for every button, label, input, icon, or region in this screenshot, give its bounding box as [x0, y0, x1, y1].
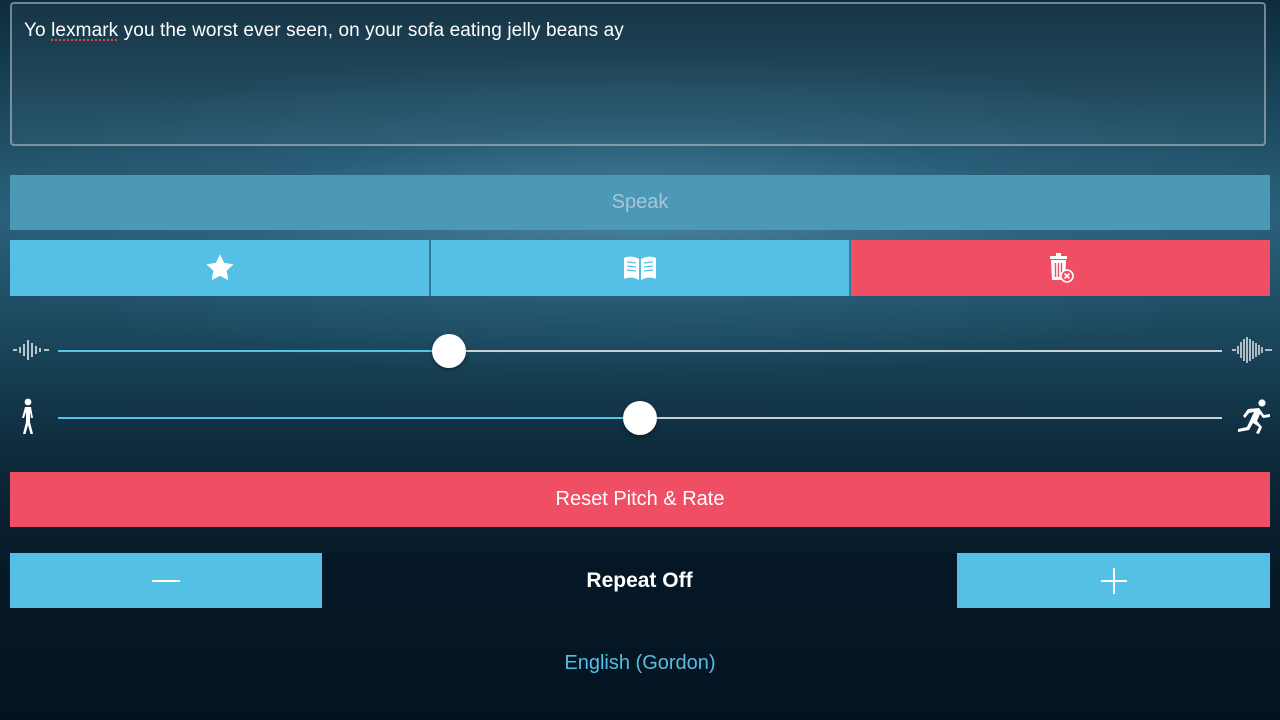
misspelled-word: lexmark	[51, 20, 119, 41]
minus-icon	[152, 579, 180, 582]
walking-person-icon	[22, 398, 33, 434]
rate-slider[interactable]	[58, 401, 1222, 435]
repeat-increment-button[interactable]	[957, 553, 1270, 608]
reset-pitch-rate-button[interactable]: Reset Pitch & Rate	[10, 472, 1270, 527]
high-pitch-waveform-icon	[1232, 337, 1272, 363]
low-pitch-waveform-icon	[13, 340, 49, 360]
rate-slider-fill	[58, 417, 640, 419]
reset-button-label: Reset Pitch & Rate	[555, 488, 725, 510]
rate-slider-thumb[interactable]	[623, 401, 657, 435]
clear-text-button[interactable]	[851, 240, 1270, 296]
speak-button[interactable]: Speak	[10, 175, 1270, 230]
repeat-decrement-button[interactable]	[10, 553, 322, 608]
star-icon	[206, 254, 233, 281]
repeat-status: Repeat Off	[322, 553, 957, 608]
repeat-status-label: Repeat Off	[586, 568, 693, 592]
book-icon	[624, 256, 656, 280]
pitch-slider-fill	[58, 350, 449, 352]
plus-icon	[1100, 567, 1127, 594]
voice-selector-link[interactable]: English (Gordon)	[0, 652, 1280, 675]
trash-clear-icon	[1049, 253, 1074, 283]
speak-button-label: Speak	[611, 191, 669, 213]
speech-text-input[interactable]: Yo lexmark you the worst ever seen, on y…	[10, 2, 1266, 146]
phrase-library-button[interactable]	[431, 240, 849, 296]
pitch-slider[interactable]	[58, 334, 1222, 368]
favorites-button[interactable]	[10, 240, 429, 296]
pitch-slider-thumb[interactable]	[432, 334, 466, 368]
speech-text-value: Yo lexmark you the worst ever seen, on y…	[24, 20, 624, 41]
running-person-icon	[1238, 399, 1270, 434]
